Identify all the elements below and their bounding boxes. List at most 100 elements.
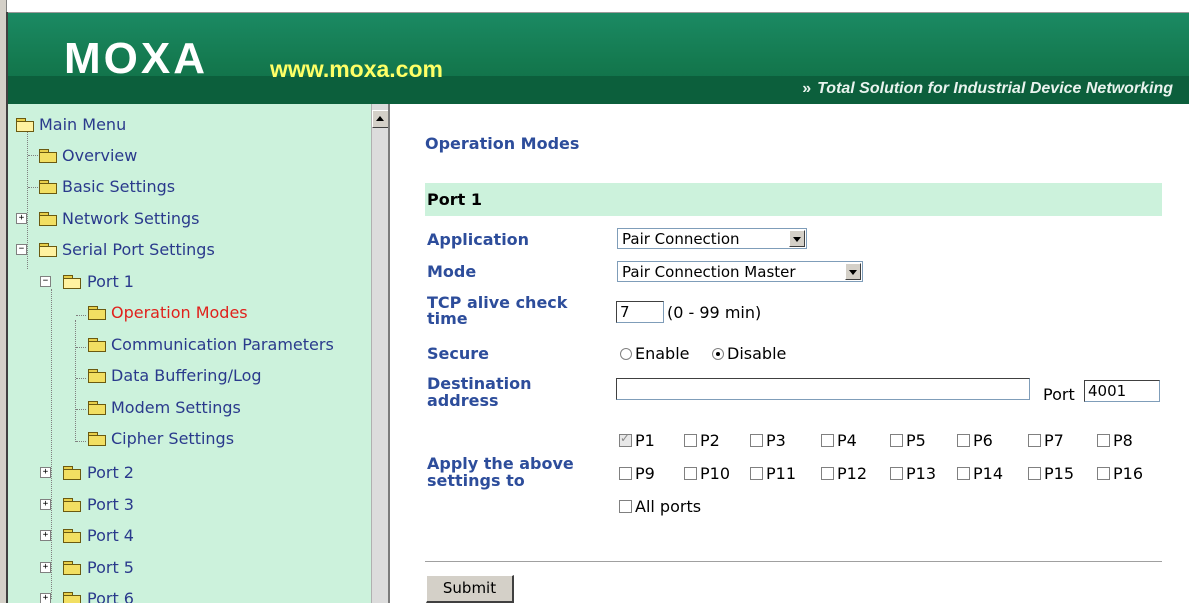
scroll-up-button[interactable]	[372, 110, 389, 128]
port-checkbox-p11[interactable]	[750, 467, 763, 480]
secure-disable-radio[interactable]	[712, 348, 724, 360]
port-checkbox-label[interactable]: P5	[906, 431, 926, 451]
port-checkbox-p16[interactable]	[1097, 467, 1110, 480]
tree-line	[28, 187, 38, 188]
port-checkbox-label[interactable]: P13	[906, 464, 936, 484]
tree-line	[76, 441, 86, 442]
page-title: Operation Modes	[425, 134, 580, 153]
section-title: Port 1	[427, 190, 482, 209]
port-checkbox-label[interactable]: P9	[635, 464, 655, 484]
port-checkbox-p2[interactable]	[684, 434, 697, 447]
folder-icon	[63, 466, 81, 480]
expand-plus-icon[interactable]: +	[40, 499, 51, 510]
port-checkbox-label[interactable]: P14	[973, 464, 1003, 484]
folder-open-icon	[39, 243, 57, 257]
port-checkbox-p1[interactable]	[619, 431, 632, 447]
sidebar-scrollbar[interactable]	[371, 104, 389, 603]
port-checkbox-label[interactable]: P16	[1113, 464, 1143, 484]
arrow-up-icon	[376, 116, 384, 121]
port-checkbox-p6[interactable]	[957, 434, 970, 447]
collapse-minus-icon[interactable]: −	[16, 244, 27, 255]
sidebar-item-label: Modem Settings	[111, 398, 241, 417]
sidebar-item-label: Port 1	[87, 272, 134, 291]
port-checkbox-p5[interactable]	[890, 434, 903, 447]
folder-icon	[63, 592, 81, 603]
folder-icon	[88, 369, 106, 383]
port-checkbox-p8[interactable]	[1097, 434, 1110, 447]
site-url[interactable]: www.moxa.com	[270, 56, 443, 82]
moxa-logo: MOXA	[64, 34, 208, 83]
tcp-alive-label-line2: time	[427, 309, 468, 328]
dropdown-button[interactable]	[789, 230, 805, 247]
expand-plus-icon[interactable]: +	[40, 562, 51, 573]
folder-icon	[88, 432, 106, 446]
secure-disable-label[interactable]: Disable	[727, 344, 786, 364]
folder-icon	[63, 529, 81, 543]
port-checkbox-label[interactable]: P10	[700, 464, 730, 484]
sidebar-item-label: Port 4	[87, 526, 134, 545]
application-value: Pair Connection	[622, 230, 740, 248]
port-input[interactable]: 4001	[1084, 380, 1160, 402]
sidebar-item-label: Cipher Settings	[111, 429, 235, 448]
port-checkbox-p10[interactable]	[684, 467, 697, 480]
folder-icon	[39, 149, 57, 163]
sidebar-item-label: Basic Settings	[62, 177, 176, 196]
folder-icon	[39, 180, 57, 194]
sidebar-item-label: Port 2	[87, 463, 134, 482]
mode-label: Mode	[427, 262, 477, 281]
application-label: Application	[427, 230, 530, 249]
port-checkbox-label[interactable]: P12	[837, 464, 867, 484]
folder-open-icon	[63, 275, 81, 289]
tree-line	[27, 129, 28, 269]
port-checkbox-label[interactable]: P7	[1044, 431, 1064, 451]
port-checkbox-p12[interactable]	[821, 467, 834, 480]
port-checkbox-label[interactable]: P6	[973, 431, 993, 451]
submit-button[interactable]: Submit	[426, 575, 514, 603]
port-checkbox-p3[interactable]	[750, 434, 763, 447]
expand-plus-icon[interactable]: +	[40, 530, 51, 541]
double-chevron-icon: »	[802, 80, 812, 97]
tree-line	[28, 155, 38, 156]
tree-line	[51, 289, 52, 599]
dropdown-button[interactable]	[845, 263, 861, 280]
tcp-alive-input[interactable]: 7	[616, 301, 664, 323]
mode-select[interactable]: Pair Connection Master	[617, 261, 863, 282]
port-checkbox-p9[interactable]	[619, 467, 632, 480]
port-checkbox-p14[interactable]	[957, 467, 970, 480]
port-checkbox-label[interactable]: P4	[837, 431, 857, 451]
sidebar-item-label: Port 6	[87, 589, 134, 603]
sidebar-item-label: Data Buffering/Log	[111, 366, 262, 385]
port-checkbox-p15[interactable]	[1028, 467, 1041, 480]
folder-icon	[63, 498, 81, 512]
folder-icon	[88, 338, 106, 352]
port-checkbox-label[interactable]: P11	[766, 464, 796, 484]
port-checkbox-p7[interactable]	[1028, 434, 1041, 447]
port-checkbox-p4[interactable]	[821, 434, 834, 447]
port-checkbox-label[interactable]: P8	[1113, 431, 1133, 451]
port-checkbox-label[interactable]: P2	[700, 431, 720, 451]
sidebar-item-label: Network Settings	[62, 209, 200, 228]
expand-plus-icon[interactable]: +	[16, 213, 27, 224]
folder-icon	[88, 401, 106, 415]
all-ports-label[interactable]: All ports	[635, 497, 701, 517]
port-checkbox-label[interactable]: P1	[635, 431, 655, 451]
port-checkbox-label[interactable]: P15	[1044, 464, 1074, 484]
expand-plus-icon[interactable]: +	[40, 467, 51, 478]
divider	[425, 561, 1162, 563]
tagline-text: Total Solution for Industrial Device Net…	[817, 80, 1173, 97]
folder-icon	[63, 561, 81, 575]
header-banner: MOXA www.moxa.com » Total Solution for In…	[8, 13, 1189, 104]
application-select[interactable]: Pair Connection	[617, 228, 807, 249]
destination-label-line2: address	[427, 391, 499, 410]
collapse-minus-icon[interactable]: −	[40, 276, 51, 287]
destination-address-input[interactable]	[616, 378, 1030, 400]
port-checkbox-label[interactable]: P3	[766, 431, 786, 451]
tagline: » Total Solution for Industrial Device Ne…	[802, 79, 1173, 99]
all-ports-checkbox[interactable]	[619, 500, 632, 513]
sidebar-item-label: Operation Modes	[111, 303, 248, 322]
expand-plus-icon[interactable]: +	[40, 593, 51, 603]
port-checkbox-p13[interactable]	[890, 467, 903, 480]
secure-enable-label[interactable]: Enable	[635, 344, 690, 364]
folder-icon	[88, 306, 106, 320]
secure-enable-radio[interactable]	[620, 348, 632, 360]
